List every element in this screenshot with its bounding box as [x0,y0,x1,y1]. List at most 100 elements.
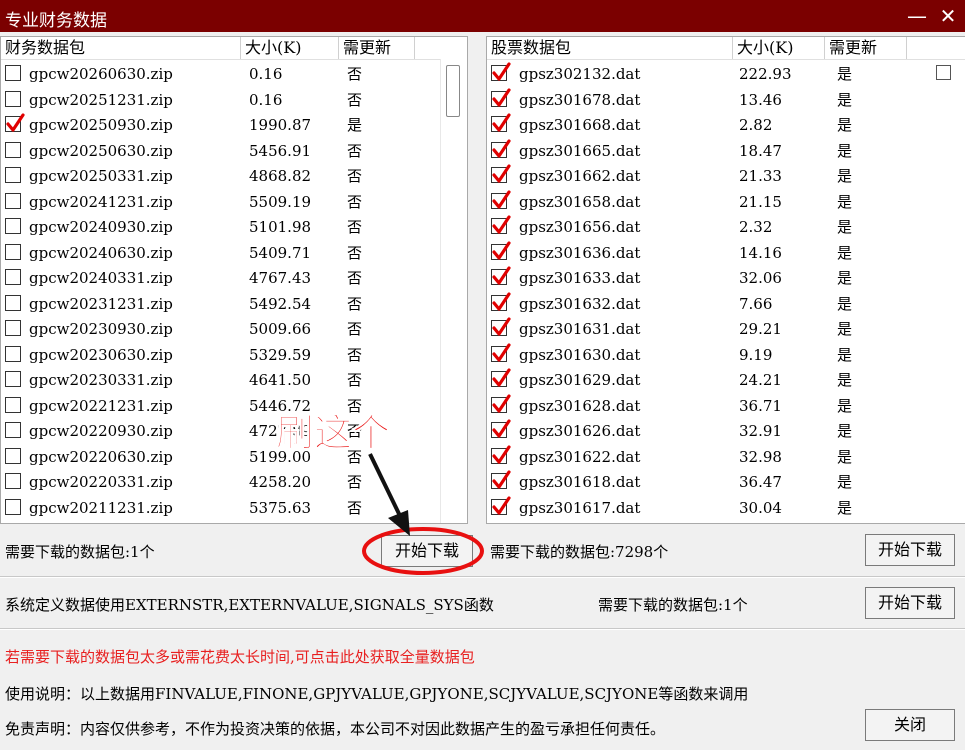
finance-row-checkbox[interactable] [5,243,21,260]
finance-needs-update: 否 [347,269,363,287]
stock-file-size: 32.91 [739,422,782,440]
finance-column-update[interactable]: 需更新 [339,37,415,59]
stock-row-checkbox[interactable] [491,419,511,438]
stock-row-checkbox[interactable] [491,138,511,158]
stock-row[interactable]: gpsz302132.dat 222.93 是 [487,62,965,87]
stock-column-size[interactable]: 大小(K) [733,37,825,59]
finance-row[interactable]: gpcw20240930.zip 5101.98 否 [1,215,467,240]
finance-row[interactable]: gpcw20251231.zip 0.16 否 [1,88,467,113]
stock-row[interactable]: gpsz301678.dat 13.46 是 [487,87,965,113]
close-icon[interactable]: ✕ [936,4,960,28]
divider [0,628,965,630]
finance-row-checkbox[interactable] [5,113,25,132]
stock-needs-update: 是 [837,141,853,160]
finance-row[interactable]: gpcw20241231.zip 5509.19 否 [1,190,467,215]
stock-row[interactable]: gpsz301618.dat 36.47 是 [487,470,965,495]
stock-row[interactable]: gpsz301628.dat 36.71 是 [487,393,965,419]
full-package-link[interactable]: 若需要下载的数据包太多或需花费太长时间,可点击此处获取全量数据包 [5,646,475,667]
finance-file-name: gpcw20241231.zip [29,192,173,211]
finance-row-checkbox[interactable] [5,320,21,336]
finance-row-checkbox[interactable] [5,294,21,311]
finance-scroll-thumb[interactable] [446,65,460,117]
stock-column-name[interactable]: 股票数据包 [487,37,733,59]
stock-row-checkbox[interactable] [491,87,511,107]
stock-row[interactable]: gpsz301626.dat 32.91 是 [487,419,965,444]
finance-row-checkbox[interactable] [5,498,21,515]
stock-data-list[interactable]: 股票数据包 大小(K) 需更新 gpsz302132.dat 222.93 是 gps… [486,36,965,524]
stock-row[interactable]: gpsz301633.dat 32.06 是 [487,266,965,291]
finance-row[interactable]: gpcw20230630.zip 5329.59 否 [1,343,467,368]
stock-row[interactable]: gpsz301656.dat 2.32 是 [487,215,965,240]
finance-row-checkbox[interactable] [5,167,21,183]
stock-row[interactable]: gpsz301631.dat 29.21 是 [487,317,965,342]
finance-file-name: gpcw20231231.zip [29,294,173,313]
finance-row[interactable]: gpcw20260630.zip 0.16 否 [1,62,467,87]
finance-column-size[interactable]: 大小(K) [241,37,339,59]
finance-row-checkbox[interactable] [5,345,21,362]
stock-row-checkbox[interactable] [491,495,511,515]
stock-needs-update: 是 [837,498,853,517]
finance-row-checkbox[interactable] [5,218,21,234]
finance-row[interactable]: gpcw20221231.zip 5446.72 否 [1,394,467,419]
stock-row[interactable]: gpsz301662.dat 21.33 是 [487,164,965,189]
finance-file-size: 5456.91 [249,141,312,160]
finance-row-checkbox[interactable] [5,141,21,158]
finance-row-checkbox[interactable] [5,192,21,209]
stock-row-checkbox[interactable] [491,266,511,285]
stock-row-checkbox[interactable] [491,189,511,209]
stock-row-checkbox[interactable] [491,368,511,387]
stock-row[interactable]: gpsz301632.dat 7.66 是 [487,291,965,317]
system-download-button[interactable]: 开始下载 [865,587,955,619]
stock-needs-update: 是 [837,192,853,211]
stock-row-checkbox[interactable] [491,291,511,311]
stock-select-all-checkbox[interactable] [936,65,951,80]
finance-row[interactable]: gpcw20240630.zip 5409.71 否 [1,241,467,266]
finance-row[interactable]: gpcw20250630.zip 5456.91 否 [1,139,467,164]
finance-row-checkbox[interactable] [5,422,21,438]
finance-row-checkbox[interactable] [5,473,21,489]
stock-row[interactable]: gpsz301629.dat 24.21 是 [487,368,965,393]
finance-row-checkbox[interactable] [5,396,21,413]
finance-row[interactable]: gpcw20250331.zip 4868.82 否 [1,164,467,189]
stock-row-checkbox[interactable] [491,444,511,464]
finance-row-checkbox[interactable] [5,90,21,107]
stock-row-checkbox[interactable] [491,113,511,132]
finance-scrollbar[interactable] [440,59,467,523]
stock-row[interactable]: gpsz301630.dat 9.19 是 [487,342,965,368]
stock-row-checkbox[interactable] [491,342,511,362]
stock-row-checkbox[interactable] [491,240,511,260]
finance-column-name[interactable]: 财务数据包 [1,37,241,59]
stock-row-checkbox[interactable] [491,317,511,336]
stock-download-button[interactable]: 开始下载 [865,534,955,566]
finance-row[interactable]: gpcw20220930.zip 4727.89 否 [1,419,467,444]
close-button[interactable]: 关闭 [865,709,955,741]
finance-row[interactable]: gpcw20240331.zip 4767.43 否 [1,266,467,291]
finance-row-checkbox[interactable] [5,447,21,464]
stock-row[interactable]: gpsz301622.dat 32.98 是 [487,444,965,470]
title-bar: 专业财务数据 — ✕ [0,0,965,32]
stock-row-checkbox[interactable] [491,215,511,234]
stock-row-checkbox[interactable] [491,62,511,81]
finance-row[interactable]: gpcw20250930.zip 1990.87 是 [1,113,467,138]
finance-row-checkbox[interactable] [5,371,21,387]
stock-file-name: gpsz301630.dat [519,345,641,364]
minimize-icon[interactable]: — [905,4,929,28]
stock-row[interactable]: gpsz301636.dat 14.16 是 [487,240,965,266]
stock-needs-update: 是 [837,320,853,338]
finance-row[interactable]: gpcw20230331.zip 4641.50 否 [1,368,467,393]
stock-file-name: gpsz301628.dat [519,396,641,415]
finance-row[interactable]: gpcw20230930.zip 5009.66 否 [1,317,467,342]
stock-file-name: gpsz301656.dat [519,218,641,236]
stock-row-checkbox[interactable] [491,470,511,489]
stock-row[interactable]: gpsz301658.dat 21.15 是 [487,189,965,215]
finance-row-checkbox[interactable] [5,65,21,81]
stock-column-update[interactable]: 需更新 [825,37,907,59]
stock-row[interactable]: gpsz301668.dat 2.82 是 [487,113,965,138]
stock-row-checkbox[interactable] [491,393,511,413]
finance-row-checkbox[interactable] [5,269,21,285]
stock-row-checkbox[interactable] [491,164,511,183]
stock-row[interactable]: gpsz301617.dat 30.04 是 [487,495,965,521]
finance-row[interactable]: gpcw20231231.zip 5492.54 否 [1,292,467,317]
stock-row[interactable]: gpsz301665.dat 18.47 是 [487,138,965,164]
finance-needs-update: 否 [347,243,363,262]
